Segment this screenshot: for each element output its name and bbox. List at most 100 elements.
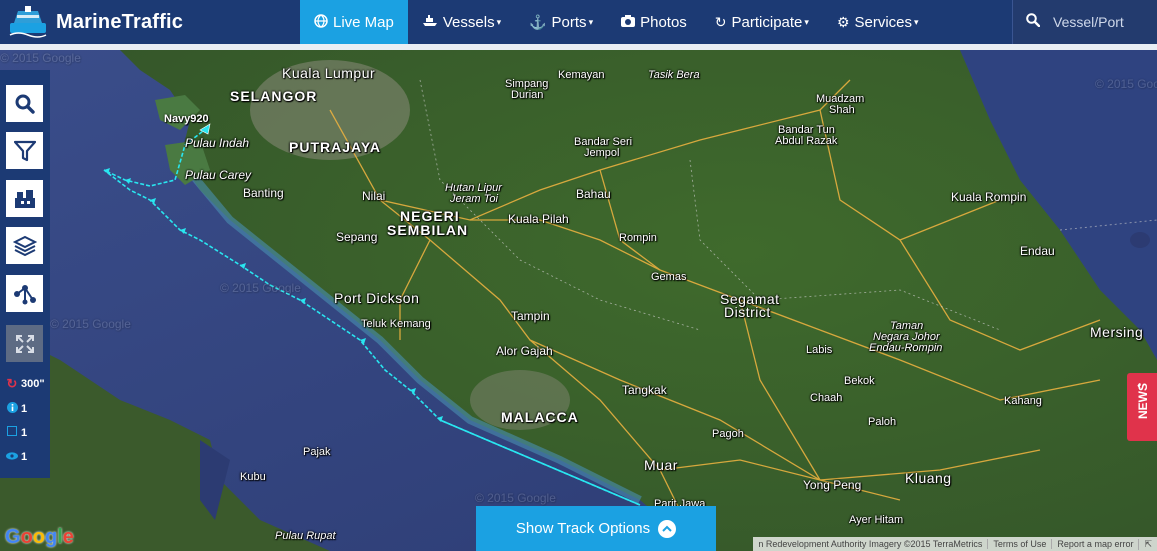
place-label: Port Dickson: [334, 290, 420, 306]
place-label: Pulau Rupat: [275, 530, 336, 542]
layers-icon: [12, 235, 37, 256]
place-label: Bahau: [576, 187, 611, 201]
chevron-down-icon: ▾: [588, 16, 594, 27]
vessel-label[interactable]: Navy920: [164, 113, 209, 125]
place-label: Kuala Lumpur: [282, 65, 376, 81]
vessel-port-search: [1012, 0, 1157, 44]
fleets-button[interactable]: [6, 180, 43, 217]
place-label: Tasik Bera: [648, 69, 700, 81]
eye-icon: [5, 451, 19, 463]
selection-count[interactable]: 1: [5, 426, 27, 439]
marinetraffic-logo-icon: [9, 6, 47, 38]
place-label: Pulau Indah: [185, 136, 250, 150]
place-label: Alor Gajah: [496, 344, 553, 358]
nodes-icon: [13, 284, 36, 304]
chevron-down-icon: ▾: [496, 16, 502, 27]
place-label: SEMBILAN: [387, 222, 469, 238]
place-label: MALACCA: [501, 409, 579, 425]
place-label: Pajak: [303, 446, 331, 458]
place-label: Kahang: [1004, 395, 1042, 407]
info-count[interactable]: 1: [5, 402, 27, 416]
place-label: Kubu: [240, 471, 266, 483]
place-label: Ayer Hitam: [849, 514, 904, 526]
info-count-value: 1: [21, 403, 28, 415]
place-label: Kemayan: [558, 69, 605, 81]
map-toolbar: ↻ 300" 1 1 1: [0, 70, 50, 478]
place-label: Chaah: [810, 392, 843, 404]
selection-count-value: 1: [21, 426, 28, 439]
place-label: NEGERI: [400, 208, 460, 224]
show-track-options-label: Show Track Options: [515, 520, 651, 537]
visible-count[interactable]: 1: [5, 451, 27, 463]
filter-icon: [13, 140, 36, 161]
google-logo: Google: [5, 526, 74, 548]
refresh-interval-value: 300": [21, 378, 45, 390]
chevron-down-icon: ▾: [914, 16, 919, 27]
google-watermark: © 2015 Google: [220, 281, 301, 295]
measure-distance-button[interactable]: [6, 275, 43, 312]
place-label: Rompin: [619, 232, 657, 244]
refresh-icon: ↻: [714, 13, 727, 30]
show-track-options-button[interactable]: Show Track Options: [476, 506, 716, 551]
nav-photos[interactable]: Photos: [607, 0, 701, 44]
place-label: Shah: [829, 104, 855, 116]
place-label: Labis: [806, 344, 833, 356]
search-icon: [15, 94, 35, 114]
nav-vessels-label: Vessels: [442, 13, 495, 31]
search-input[interactable]: [1053, 14, 1153, 30]
search-icon[interactable]: [1013, 13, 1053, 31]
place-label: Kluang: [905, 470, 952, 486]
place-label: Bekok: [844, 375, 875, 387]
imagery-credit: n Redevelopment Authority Imagery ©2015 …: [758, 539, 983, 549]
expand-attribution-icon[interactable]: ⇱: [1138, 538, 1157, 550]
nav-photos-label: Photos: [640, 13, 687, 31]
filter-button[interactable]: [6, 132, 43, 169]
camera-icon: [621, 14, 636, 30]
nav-services[interactable]: ⚙ Services ▾: [823, 0, 933, 44]
gear-icon: ⚙: [836, 13, 850, 30]
search-vessel-button[interactable]: [6, 85, 43, 122]
place-label: Tangkak: [622, 383, 667, 397]
terms-link[interactable]: Terms of Use: [987, 539, 1051, 549]
live-map[interactable]: © 2015 Google © 2015 Google © 2015 Googl…: [0, 50, 1157, 551]
anchor-icon: ⚓: [529, 13, 547, 30]
place-label: Nilai: [362, 189, 386, 203]
place-label: Kuala Pilah: [508, 212, 569, 226]
place-label: SELANGOR: [230, 88, 318, 104]
google-watermark: © 2015 Google: [0, 51, 81, 65]
place-label: District: [724, 304, 771, 320]
nav-participate[interactable]: ↻ Participate ▾: [701, 0, 823, 44]
place-label: Pulau Carey: [185, 168, 252, 182]
news-tab[interactable]: ‹ NEWS: [1127, 373, 1157, 441]
map-attribution: n Redevelopment Authority Imagery ©2015 …: [753, 537, 1157, 551]
fullscreen-button[interactable]: [6, 325, 43, 362]
report-map-error-link[interactable]: Report a map error: [1051, 539, 1138, 549]
refresh-interval[interactable]: ↻ 300": [5, 376, 45, 392]
chevron-up-icon: [658, 519, 677, 538]
nav-live-map-label: Live Map: [333, 13, 394, 31]
nav-vessels[interactable]: Vessels ▾: [408, 0, 515, 44]
expand-icon: [15, 334, 34, 353]
fleet-icon: [14, 189, 35, 208]
news-label: NEWS: [1136, 383, 1150, 419]
layers-button[interactable]: [6, 227, 43, 264]
place-label: Yong Peng: [803, 478, 862, 492]
ship-icon: [422, 14, 438, 30]
place-label: Durian: [511, 89, 544, 101]
place-label: Sepang: [336, 230, 378, 244]
place-label: Paloh: [868, 416, 897, 428]
brand[interactable]: MarineTraffic: [0, 0, 300, 44]
place-label: PUTRAJAYA: [289, 139, 381, 155]
nav-services-label: Services: [854, 13, 913, 31]
place-label: Pagoh: [712, 428, 744, 440]
chevron-down-icon: ▾: [804, 16, 809, 27]
visible-count-value: 1: [21, 451, 28, 463]
place-label: Muar: [644, 457, 678, 473]
google-watermark: © 2015 Google: [1095, 77, 1157, 91]
place-label: Teluk Kemang: [361, 318, 431, 330]
nav-ports[interactable]: ⚓ Ports ▾: [515, 0, 607, 44]
navbar-divider: [0, 44, 1157, 50]
nav-live-map[interactable]: Live Map: [300, 0, 408, 44]
info-icon: [5, 402, 19, 416]
place-label: Banting: [243, 186, 284, 200]
